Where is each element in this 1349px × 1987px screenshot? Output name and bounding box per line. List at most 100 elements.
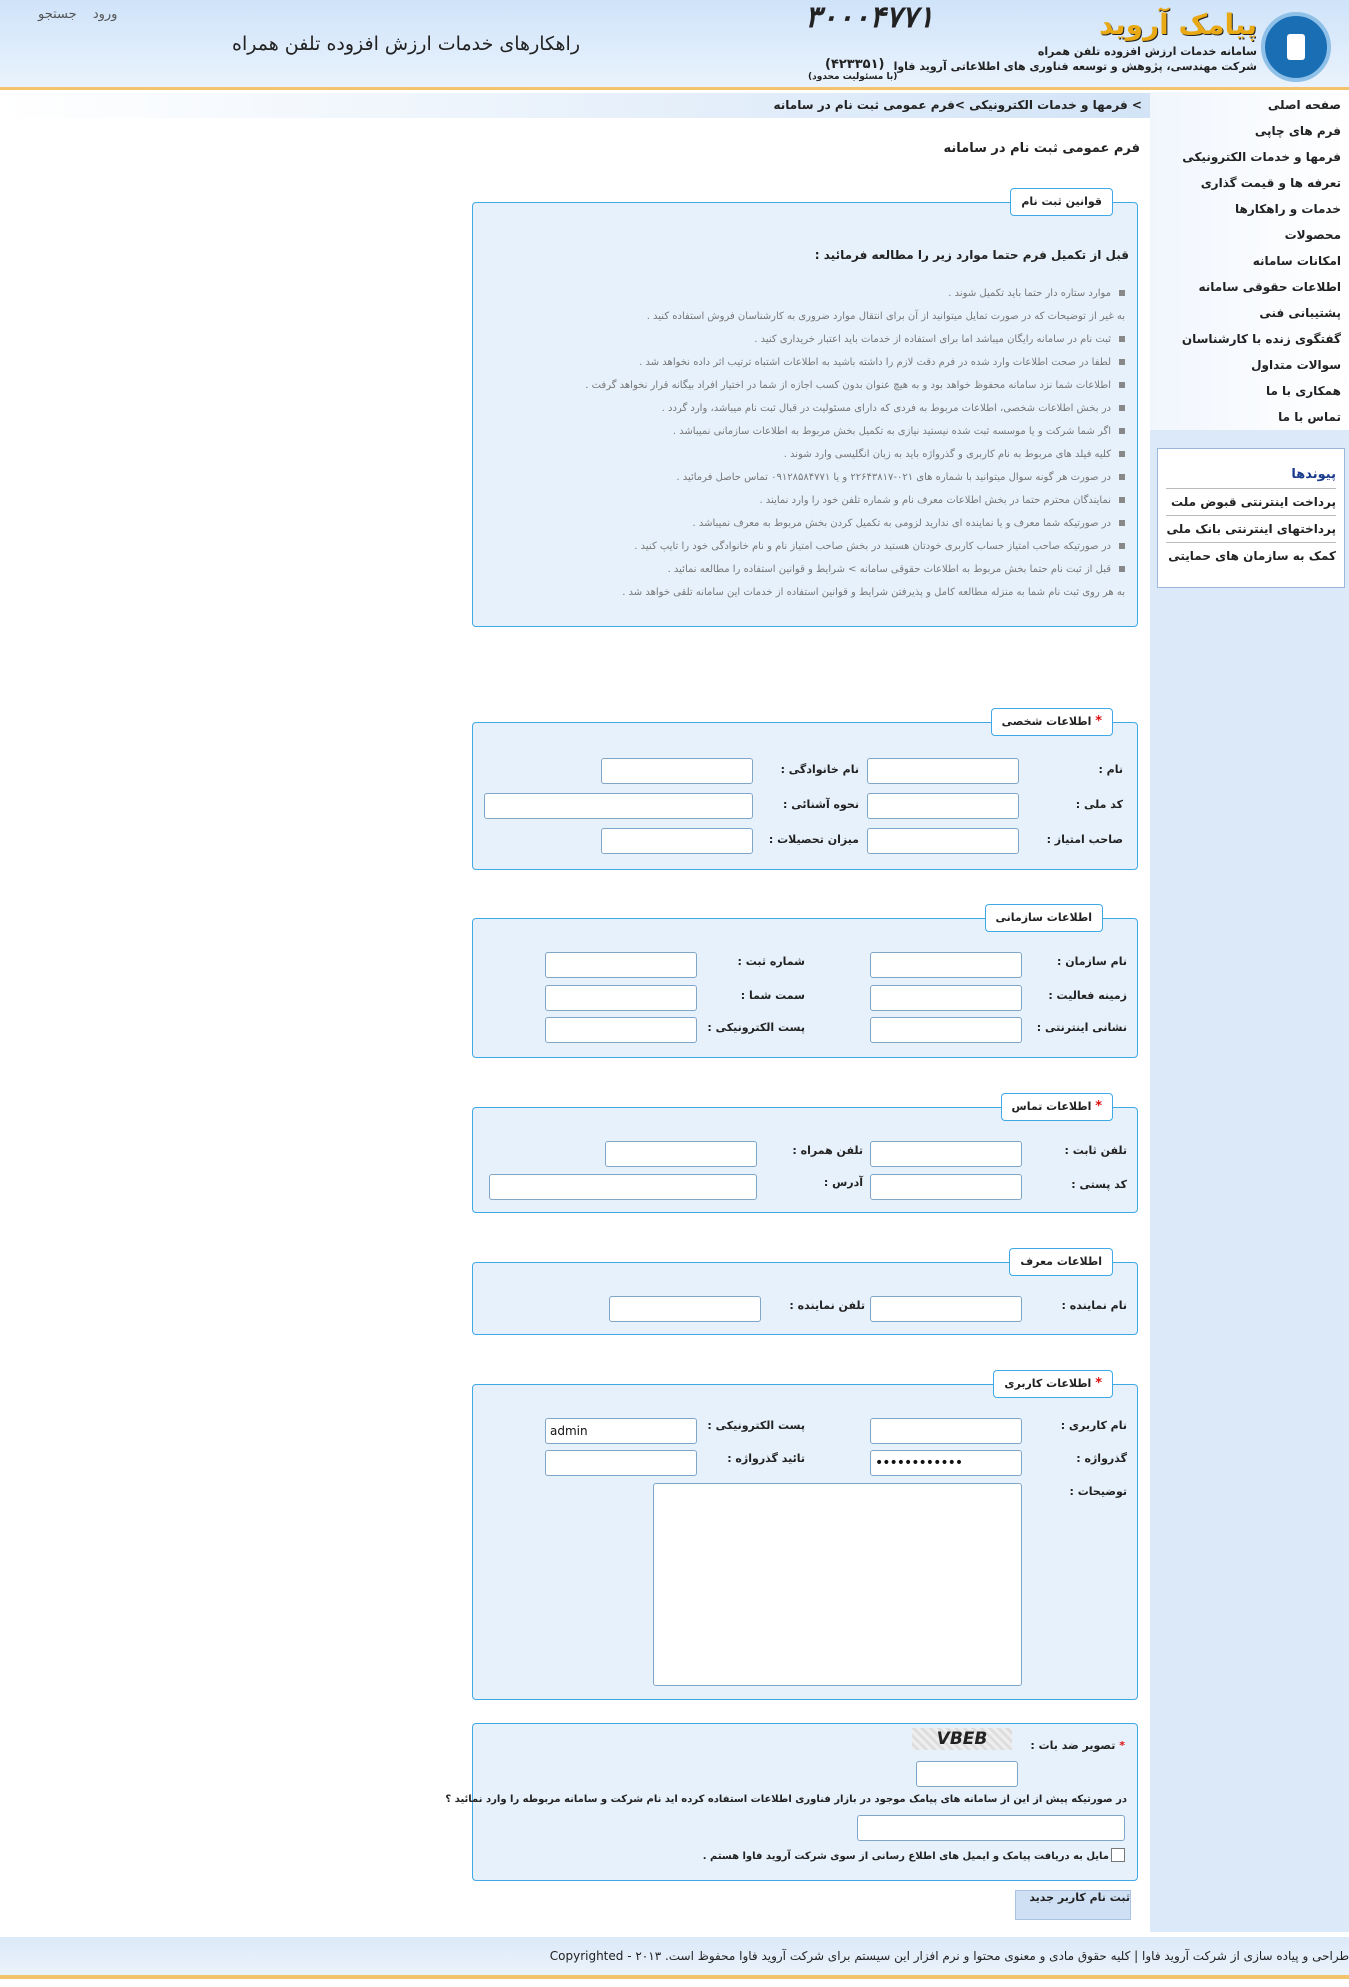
org-name-label: نام سازمان : xyxy=(1057,955,1127,968)
phone-input[interactable] xyxy=(870,1141,1022,1167)
agent-phone-input[interactable] xyxy=(609,1296,761,1322)
org-email-label: پست الکترونیکی : xyxy=(707,1021,805,1034)
mobile-input[interactable] xyxy=(605,1141,757,1167)
brand-number: ۳۰۰۰۴۷۷۱ xyxy=(805,0,934,35)
link-charity[interactable]: کمک به سازمان های حمایتی xyxy=(1166,542,1336,569)
website-input[interactable] xyxy=(870,1017,1022,1043)
rule-item: موارد ستاره دار حتما باید تکمیل شوند . xyxy=(948,288,1125,299)
personal-fieldset: * اطلاعات شخصی نام : نام خانوادگی : کد م… xyxy=(472,708,1138,870)
referrer-legend: اطلاعات معرف xyxy=(1009,1248,1113,1276)
tagline: راهکارهای خدمات ارزش افزوده تلفن همراه xyxy=(232,33,581,55)
required-star-icon: * xyxy=(1095,714,1102,729)
menu-item-services[interactable]: خدمات و راهکارها xyxy=(1150,196,1349,222)
organization-legend: اطلاعات سازمانی xyxy=(984,904,1103,932)
first-name-input[interactable] xyxy=(867,758,1019,784)
captcha-image: VBEB xyxy=(912,1728,1012,1750)
menu-item-support[interactable]: پشتیبانی فنی xyxy=(1150,300,1349,326)
menu-item-print-forms[interactable]: فرم های چاپی xyxy=(1150,118,1349,144)
breadcrumb[interactable]: > فرمها و خدمات الکترونیکی >فرم عمومی ثب… xyxy=(0,93,1150,118)
postal-code-input[interactable] xyxy=(870,1174,1022,1200)
link-mellat-bills[interactable]: پرداخت اینترنتی قبوض ملت xyxy=(1166,488,1336,515)
sidebar: صفحه اصلی فرم های چاپی فرمها و خدمات الک… xyxy=(1150,92,1349,1932)
footer-copyright: طراحی و پیاده سازی از شرکت آروید فاوا | … xyxy=(549,1949,1349,1963)
brand-limited: (با مسئولیت محدود) xyxy=(808,72,898,82)
address-input[interactable] xyxy=(489,1174,757,1200)
search-link[interactable]: جستجو xyxy=(38,7,77,22)
phone-label: تلفن ثابت : xyxy=(1064,1144,1127,1157)
header: ورود جستجو راهکارهای خدمات ارزش افزوده ت… xyxy=(0,0,1349,90)
position-input[interactable] xyxy=(545,985,697,1011)
agent-name-label: نام نماینده : xyxy=(1061,1299,1127,1312)
org-name-input[interactable] xyxy=(870,952,1022,978)
login-link[interactable]: ورود xyxy=(93,7,118,22)
rule-item: در صورتیکه صاحب امتیاز حساب کاربری خودتا… xyxy=(634,541,1125,552)
education-input[interactable] xyxy=(601,828,753,854)
org-email-input[interactable] xyxy=(545,1017,697,1043)
description-label: توضیحات : xyxy=(1069,1485,1128,1498)
agent-name-input[interactable] xyxy=(870,1296,1022,1322)
username-label: نام کاربری : xyxy=(1060,1419,1127,1432)
company-logo-icon[interactable] xyxy=(1261,12,1331,82)
menu-item-features[interactable]: امکانات سامانه xyxy=(1150,248,1349,274)
rule-item: لطفا در صحت اطلاعات وارد شده در فرم دقت … xyxy=(639,357,1125,368)
rules-intro: قبل از تکمیل فرم حتما موارد زیر را مطالع… xyxy=(814,248,1129,262)
acquaintance-label: نحوه آشنائی : xyxy=(783,798,859,811)
reg-number-input[interactable] xyxy=(545,952,697,978)
menu-item-live-chat[interactable]: گفتگوی زنده با کارشناسان xyxy=(1150,326,1349,352)
field-label: زمینه فعالیت : xyxy=(1048,989,1127,1002)
menu-item-pricing[interactable]: تعرفه ها و قیمت گذاری xyxy=(1150,170,1349,196)
contact-legend: * اطلاعات تماس xyxy=(1000,1093,1113,1121)
account-legend: * اطلاعات کاربری xyxy=(993,1370,1113,1398)
account-email-label: پست الکترونیکی : xyxy=(707,1419,805,1432)
last-name-label: نام خانوادگی : xyxy=(780,763,859,776)
description-textarea[interactable] xyxy=(653,1483,1022,1686)
register-button[interactable]: ثبت نام کاربر جدید xyxy=(1015,1890,1131,1920)
rules-fieldset: قوانین ثبت نام قبل از تکمیل فرم حتما موا… xyxy=(472,188,1138,627)
confirm-password-input[interactable] xyxy=(545,1450,697,1476)
menu-item-legal[interactable]: اطلاعات حقوقی سامانه xyxy=(1150,274,1349,300)
menu-item-e-forms[interactable]: فرمها و خدمات الکترونیکی xyxy=(1150,144,1349,170)
contact-fieldset: * اطلاعات تماس تلفن ثابت : تلفن همراه : … xyxy=(472,1093,1138,1213)
account-email-input[interactable] xyxy=(545,1418,697,1444)
menu-item-products[interactable]: محصولات xyxy=(1150,222,1349,248)
owner-input[interactable] xyxy=(867,828,1019,854)
captcha-input[interactable] xyxy=(916,1761,1018,1787)
link-melli-payments[interactable]: پرداختهای اینترنتی بانک ملی xyxy=(1166,515,1336,542)
account-fieldset: * اطلاعات کاربری نام کاربری : پست الکترو… xyxy=(472,1370,1138,1700)
agent-phone-label: تلفن نماینده : xyxy=(789,1299,865,1312)
username-input[interactable] xyxy=(870,1418,1022,1444)
rule-item: در صورت هر گونه سوال میتوانید با شماره ه… xyxy=(676,472,1125,483)
brand-name[interactable]: پیامک آروید xyxy=(1099,8,1257,41)
national-code-label: کد ملی : xyxy=(1075,798,1123,811)
captcha-label: * تصویر ضد بات : xyxy=(1030,1739,1125,1752)
password-input[interactable] xyxy=(870,1450,1022,1476)
menu-item-contact[interactable]: تماس با ما xyxy=(1150,404,1349,430)
website-label: نشانی اینترنتی : xyxy=(1036,1021,1127,1034)
mobile-label: تلفن همراه : xyxy=(792,1144,863,1157)
last-name-input[interactable] xyxy=(601,758,753,784)
consent-checkbox[interactable] xyxy=(1111,1848,1125,1862)
reg-number-label: شماره ثبت : xyxy=(737,955,805,968)
previous-provider-input[interactable] xyxy=(857,1815,1125,1841)
password-label: گذرواژه : xyxy=(1076,1452,1127,1465)
menu-item-home[interactable]: صفحه اصلی xyxy=(1150,92,1349,118)
rule-item: اطلاعات شما نزد سامانه محفوظ خواهد بود و… xyxy=(585,380,1125,391)
required-star-icon: * xyxy=(1119,1739,1125,1752)
footer: طراحی و پیاده سازی از شرکت آروید فاوا | … xyxy=(0,1937,1349,1979)
position-label: سمت شما : xyxy=(740,989,805,1002)
rule-item: به هر روی ثبت نام شما به منزله مطالعه کا… xyxy=(622,587,1125,598)
field-input[interactable] xyxy=(870,985,1022,1011)
links-box: پیوندها پرداخت اینترنتی قبوض ملت پرداخته… xyxy=(1157,448,1345,588)
menu-item-careers[interactable]: همکاری با ما xyxy=(1150,378,1349,404)
rule-item: در صورتیکه شما معرف و یا نماینده ای ندار… xyxy=(693,518,1125,529)
rule-item: کلیه فیلد های مربوط به نام کاربری و گذرو… xyxy=(784,449,1125,460)
national-code-input[interactable] xyxy=(867,793,1019,819)
confirm-password-label: تائید گذرواژه : xyxy=(727,1452,805,1465)
menu-item-faq[interactable]: سوالات متداول xyxy=(1150,352,1349,378)
referrer-fieldset: اطلاعات معرف نام نماینده : تلفن نماینده … xyxy=(472,1248,1138,1335)
owner-label: صاحب امتیاز : xyxy=(1046,833,1123,846)
rules-legend: قوانین ثبت نام xyxy=(1010,188,1113,216)
acquaintance-input[interactable] xyxy=(484,793,753,819)
brand-phone: (۴۲۳۳۵۱) xyxy=(825,57,885,72)
brand-company: شرکت مهندسی، پژوهش و توسعه فناوری های اط… xyxy=(893,60,1257,73)
